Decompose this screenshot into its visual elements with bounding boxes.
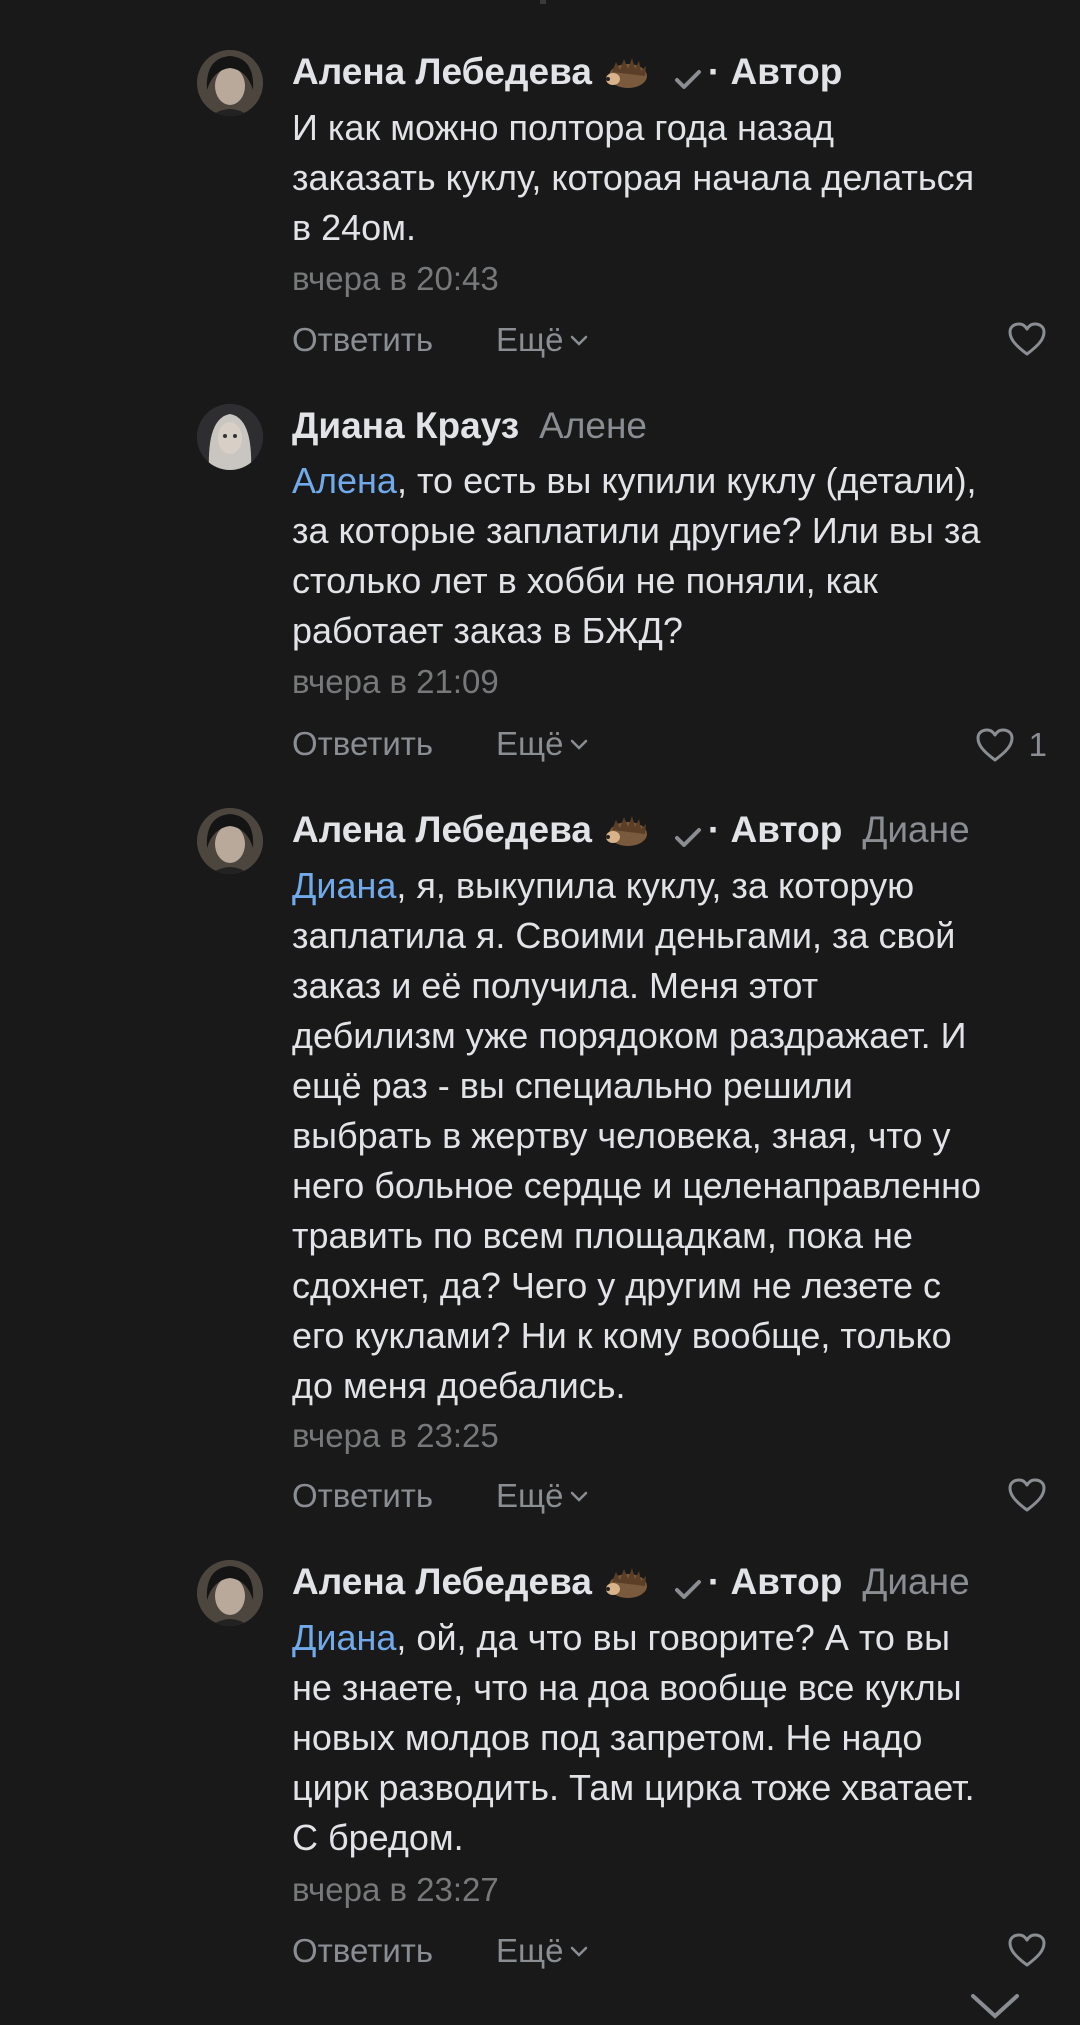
reply-to-label[interactable]: Диане (862, 1561, 969, 1603)
mention-link[interactable]: Диана (292, 865, 396, 906)
top-edge-mark (540, 0, 546, 4)
comment-header: Алена Лебедева · Автор (292, 47, 842, 97)
comment-time[interactable]: вчера в 21:09 (292, 662, 499, 702)
heart-outline-icon (976, 728, 1014, 762)
avatar[interactable] (197, 808, 263, 874)
like-button[interactable] (1007, 1932, 1047, 1968)
comment-header: Алена Лебедева · Автор Диане (292, 805, 970, 855)
comment-body: И как можно полтора года назад заказать … (292, 107, 975, 248)
mention-link[interactable]: Диана (292, 1617, 396, 1658)
comment-time[interactable]: вчера в 20:43 (292, 259, 499, 299)
mention-link[interactable]: Алена (292, 460, 397, 501)
more-label: Ещё (496, 725, 564, 762)
comment-header: Диана Крауз Алене (292, 401, 647, 451)
hedgehog-emoji-icon (604, 52, 650, 92)
chevron-down-icon (570, 1491, 587, 1502)
heart-outline-icon (1008, 1933, 1046, 1967)
heart-outline-icon (1008, 1478, 1046, 1512)
comment-body: , я, выкупила куклу, за которую заплатил… (292, 865, 981, 1406)
avatar[interactable] (197, 404, 263, 470)
author-badge: · Автор (707, 809, 843, 850)
avatar[interactable] (197, 1560, 263, 1626)
author-name[interactable]: Алена Лебедева (292, 1561, 592, 1603)
chevron-down-icon (971, 1994, 1019, 2019)
scroll-down-button[interactable] (965, 1990, 1025, 2020)
author-badge: · Автор (707, 51, 843, 92)
checkmark-icon (672, 1572, 704, 1604)
comment-time[interactable]: вчера в 23:25 (292, 1416, 499, 1456)
like-button[interactable] (1007, 1477, 1047, 1513)
checkmark-icon (672, 820, 704, 852)
author-name[interactable]: Алена Лебедева (292, 51, 592, 93)
hedgehog-emoji-icon (604, 1562, 650, 1602)
more-button[interactable]: Ещё (496, 317, 590, 363)
more-button[interactable]: Ещё (496, 1473, 590, 1519)
reply-button[interactable]: Ответить (292, 1473, 433, 1519)
chevron-down-icon (570, 335, 587, 346)
avatar[interactable] (197, 50, 263, 116)
comment-header: Алена Лебедева · Автор Диане (292, 1557, 970, 1607)
comment-actions: Ответить Ещё (292, 1928, 1047, 1974)
comment-text: Диана, я, выкупила куклу, за которую зап… (292, 861, 1062, 1411)
checkmark-icon (672, 62, 704, 94)
reply-button[interactable]: Ответить (292, 721, 433, 767)
reply-button[interactable]: Ответить (292, 1928, 433, 1974)
reply-button[interactable]: Ответить (292, 317, 433, 363)
like-button[interactable] (1007, 321, 1047, 357)
author-badge: · Автор (707, 1561, 843, 1602)
more-label: Ещё (496, 321, 564, 358)
heart-outline-icon (1008, 322, 1046, 356)
more-button[interactable]: Ещё (496, 1928, 590, 1974)
comment-actions: Ответить Ещё (292, 1473, 1047, 1519)
author-name[interactable]: Диана Крауз (292, 405, 519, 447)
chevron-down-icon (570, 739, 587, 750)
comment-text: Алена, то есть вы купили куклу (детали),… (292, 456, 1062, 656)
more-button[interactable]: Ещё (496, 721, 590, 767)
comment-actions: Ответить Ещё 1 (292, 721, 1047, 767)
more-label: Ещё (496, 1932, 564, 1969)
reply-to-label[interactable]: Диане (862, 809, 969, 851)
comment-actions: Ответить Ещё (292, 317, 1047, 363)
more-label: Ещё (496, 1477, 564, 1514)
author-name[interactable]: Алена Лебедева (292, 809, 592, 851)
hedgehog-emoji-icon (604, 810, 650, 850)
like-count: 1 (1028, 726, 1047, 763)
chevron-down-icon (570, 1946, 587, 1957)
comment-text: И как можно полтора года назад заказать … (292, 103, 1062, 253)
comment-time[interactable]: вчера в 23:27 (292, 1870, 499, 1910)
comment-text: Диана, ой, да что вы говорите? А то вы н… (292, 1613, 1062, 1863)
like-button[interactable]: 1 (975, 725, 1047, 765)
reply-to-label[interactable]: Алене (539, 405, 647, 447)
